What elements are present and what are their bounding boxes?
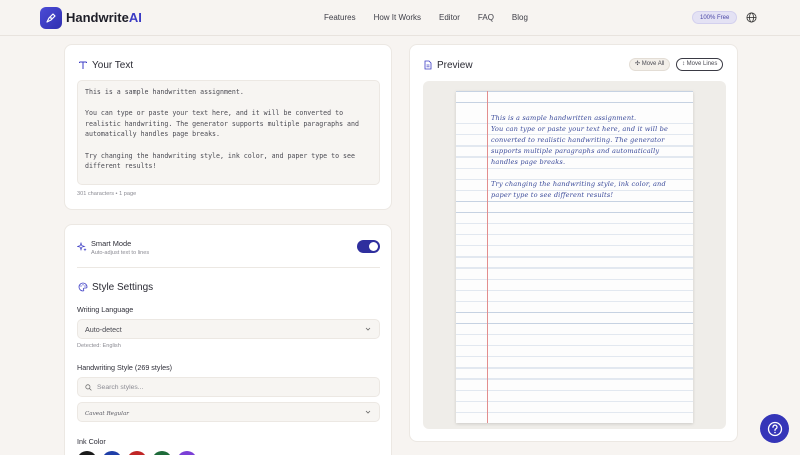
ink-swatch-black[interactable] [77, 451, 97, 455]
free-badge: 100% Free [692, 11, 738, 24]
text-input-area[interactable]: This is a sample handwritten assignment.… [77, 80, 380, 185]
chevron-down-icon [365, 327, 371, 331]
main-nav: Features How It Works Editor FAQ Blog [324, 13, 546, 22]
smart-mode-toggle[interactable] [357, 240, 380, 253]
ink-swatch-purple[interactable] [177, 451, 197, 455]
handwritten-line: You can type or paste your text here, an… [491, 125, 668, 133]
ink-swatch-blue[interactable] [102, 451, 122, 455]
handwriting-style-label: Handwriting Style (269 styles) [77, 363, 173, 372]
top-nav-bar: HandwriteAI Features How It Works Editor… [0, 0, 800, 36]
nav-link-blog[interactable]: Blog [512, 13, 528, 22]
character-count: 301 characters • 1 page [77, 191, 137, 197]
nav-link-editor[interactable]: Editor [439, 13, 460, 22]
move-all-icon: ✣ [635, 61, 641, 67]
detected-language: Detected: English [77, 343, 121, 349]
text-input-card: Your Text This is a sample handwritten a… [64, 44, 392, 210]
style-search-input[interactable] [97, 378, 367, 397]
handwriting-style-select[interactable]: Caveat Regular [77, 402, 380, 422]
move-all-label: Move All [641, 61, 665, 67]
writing-language-label: Writing Language [77, 305, 134, 314]
ink-color-swatches [77, 451, 197, 455]
text-type-icon [79, 61, 87, 69]
help-button[interactable] [760, 414, 789, 443]
move-lines-button[interactable]: ↕ Move Lines [676, 58, 724, 71]
handwritten-line: paper type to see different results! [491, 191, 614, 199]
nav-link-faq[interactable]: FAQ [478, 13, 494, 22]
pen-nib-icon[interactable] [40, 7, 62, 29]
move-lines-label: Move Lines [686, 61, 718, 67]
style-search-field[interactable] [77, 377, 380, 397]
paper-margin-line [487, 91, 488, 423]
handwritten-line: handles page breaks. [491, 158, 566, 166]
search-icon [85, 384, 92, 391]
handwritten-line: This is a sample handwritten assignment. [491, 114, 637, 122]
smart-mode-label: Smart Mode [91, 239, 132, 248]
nav-link-how-it-works[interactable]: How It Works [374, 13, 421, 22]
handwritten-line: supports multiple paragraphs and automat… [491, 147, 660, 155]
brand-name: Handwrite [66, 10, 129, 25]
globe-icon[interactable] [746, 12, 757, 23]
ink-color-label: Ink Color [77, 437, 106, 446]
chevron-down-icon [365, 410, 371, 414]
preview-title: Preview [437, 60, 473, 71]
question-icon [767, 421, 782, 436]
writing-language-value: Auto-detect [85, 325, 122, 334]
sparkles-icon [77, 242, 87, 252]
handwritten-line: Try changing the handwriting style, ink … [491, 180, 666, 188]
move-all-button[interactable]: ✣ Move All [629, 58, 671, 71]
ink-swatch-green[interactable] [152, 451, 172, 455]
toggle-knob [369, 242, 378, 251]
brand-logo-text[interactable]: HandwriteAI [66, 10, 142, 25]
document-icon [424, 60, 432, 70]
palette-icon [78, 282, 88, 292]
text-card-title: Your Text [92, 60, 134, 71]
style-settings-card: Smart Mode Auto-adjust text to lines Sty… [64, 224, 392, 455]
move-lines-icon: ↕ [682, 61, 685, 67]
lined-paper[interactable]: This is a sample handwritten assignment.… [456, 91, 693, 423]
style-settings-title: Style Settings [92, 282, 154, 293]
divider [77, 267, 380, 268]
preview-canvas: This is a sample handwritten assignment.… [423, 81, 726, 429]
smart-mode-sublabel: Auto-adjust text to lines [91, 250, 150, 256]
writing-language-select[interactable]: Auto-detect [77, 319, 380, 339]
handwritten-line: converted to realistic handwriting. The … [491, 136, 665, 144]
handwriting-style-value: Caveat Regular [85, 411, 129, 417]
preview-card: Preview ✣ Move All ↕ Move Lines This is … [409, 44, 738, 442]
ink-swatch-red[interactable] [127, 451, 147, 455]
nav-link-features[interactable]: Features [324, 13, 356, 22]
brand-suffix: AI [128, 10, 142, 25]
